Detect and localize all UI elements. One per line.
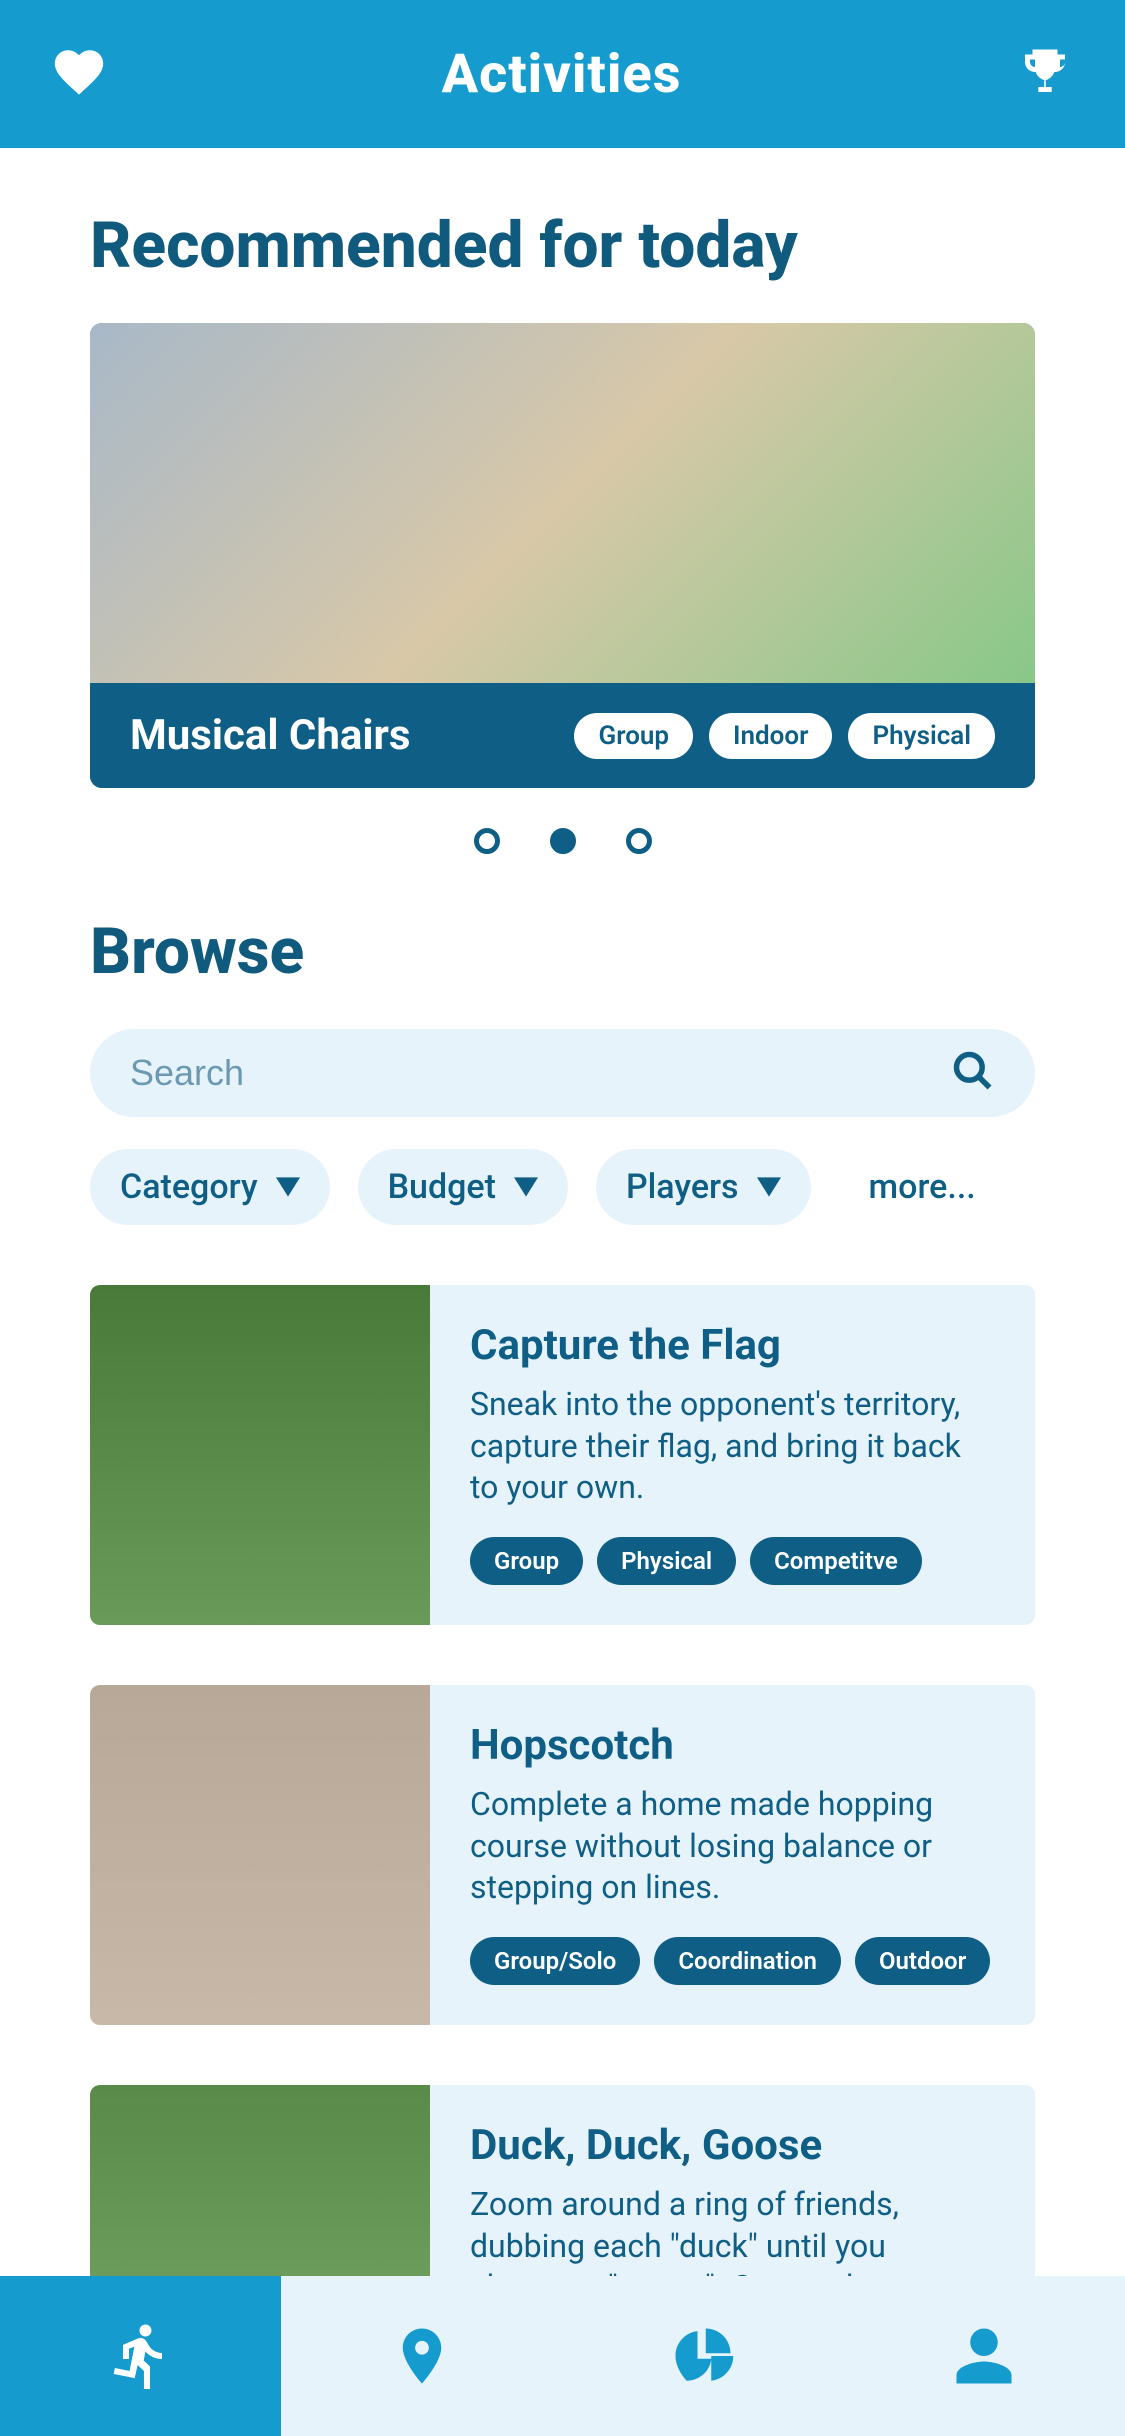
chevron-down-icon — [757, 1177, 781, 1197]
activity-tags: Group/Solo Coordination Outdoor — [470, 1937, 995, 1985]
search-input[interactable] — [130, 1052, 951, 1094]
tag[interactable]: Coordination — [654, 1937, 841, 1985]
filter-budget[interactable]: Budget — [358, 1149, 568, 1225]
activity-body: Duck, Duck, Goose Zoom around a ring of … — [430, 2085, 1035, 2276]
activity-title: Duck, Duck, Goose — [470, 2121, 995, 2170]
activity-image — [90, 2085, 430, 2276]
recommended-title: Musical Chairs — [130, 711, 410, 760]
activity-image — [90, 1685, 430, 2025]
user-icon — [951, 2323, 1017, 2389]
tag[interactable]: Physical — [848, 713, 995, 759]
activity-card[interactable]: Hopscotch Complete a home made hopping c… — [90, 1685, 1035, 2025]
activity-tags: Group Physical Competitve — [470, 1537, 995, 1585]
activity-description: Zoom around a ring of friends, dubbing e… — [470, 2184, 995, 2276]
tag[interactable]: Outdoor — [855, 1937, 990, 1985]
search-icon[interactable] — [951, 1049, 995, 1097]
tab-stats[interactable] — [563, 2276, 844, 2436]
bottom-tab-bar — [0, 2276, 1125, 2436]
filter-players[interactable]: Players — [596, 1149, 811, 1225]
recommended-card[interactable]: Musical Chairs Group Indoor Physical — [90, 323, 1035, 788]
trophy-icon[interactable] — [1015, 42, 1075, 106]
chevron-down-icon — [514, 1177, 538, 1197]
recommended-heading: Recommended for today — [90, 208, 1035, 283]
activity-card[interactable]: Duck, Duck, Goose Zoom around a ring of … — [90, 2085, 1035, 2276]
recommended-bar: Musical Chairs Group Indoor Physical — [90, 683, 1035, 788]
chart-icon — [670, 2323, 736, 2389]
pin-icon — [389, 2323, 455, 2389]
tab-activities[interactable] — [0, 2276, 281, 2436]
filter-label: Players — [626, 1167, 739, 1207]
recommended-tags: Group Indoor Physical — [574, 713, 995, 759]
activity-body: Capture the Flag Sneak into the opponent… — [430, 1285, 1035, 1625]
pager-dot[interactable] — [474, 828, 500, 854]
tag[interactable]: Group/Solo — [470, 1937, 640, 1985]
activity-title: Hopscotch — [470, 1721, 995, 1770]
content-area: Recommended for today Musical Chairs Gro… — [0, 148, 1125, 2276]
tag[interactable]: Physical — [597, 1537, 736, 1585]
tag[interactable]: Group — [470, 1537, 583, 1585]
tag[interactable]: Indoor — [709, 713, 832, 759]
activity-card[interactable]: Capture the Flag Sneak into the opponent… — [90, 1285, 1035, 1625]
filter-label: Budget — [388, 1167, 496, 1207]
filter-label: Category — [120, 1167, 258, 1207]
tab-profile[interactable] — [844, 2276, 1125, 2436]
search-bar[interactable] — [90, 1029, 1035, 1117]
page-title: Activities — [442, 43, 682, 106]
carousel-pager — [90, 828, 1035, 854]
more-filters-link[interactable]: more... — [869, 1167, 976, 1207]
pager-dot-active[interactable] — [550, 828, 576, 854]
filter-category[interactable]: Category — [90, 1149, 330, 1225]
activity-image — [90, 1285, 430, 1625]
pager-dot[interactable] — [626, 828, 652, 854]
app-header: Activities — [0, 0, 1125, 148]
heart-icon[interactable] — [50, 43, 108, 105]
chevron-down-icon — [276, 1177, 300, 1197]
tag[interactable]: Competitve — [750, 1537, 922, 1585]
browse-heading: Browse — [90, 914, 1035, 989]
activity-description: Sneak into the opponent's territory, cap… — [470, 1384, 995, 1509]
activity-title: Capture the Flag — [470, 1321, 995, 1370]
activity-body: Hopscotch Complete a home made hopping c… — [430, 1685, 1035, 2025]
tag[interactable]: Group — [574, 713, 693, 759]
running-icon — [105, 2320, 177, 2392]
activity-description: Complete a home made hopping course with… — [470, 1784, 995, 1909]
recommended-image — [90, 323, 1035, 683]
tab-locations[interactable] — [281, 2276, 562, 2436]
filter-row: Category Budget Players more... — [90, 1149, 1035, 1225]
